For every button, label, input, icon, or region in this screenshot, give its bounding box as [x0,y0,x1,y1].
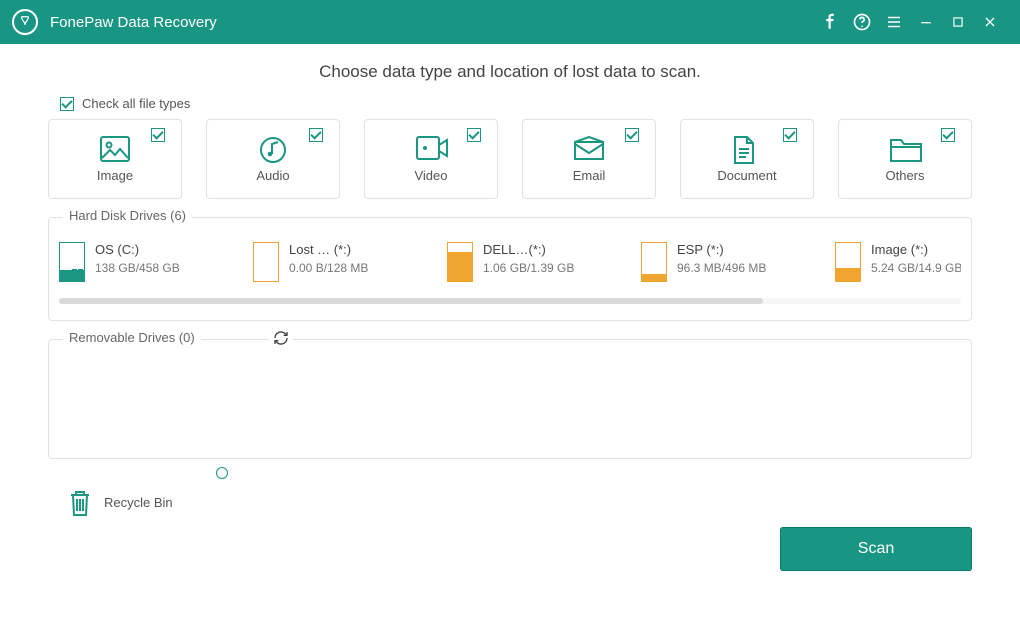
email-icon [574,136,604,162]
image-icon [100,136,130,162]
drive-1[interactable]: Lost … (*:) 0.00 B/128 MB [253,242,443,282]
filetype-image-label: Image [97,168,133,183]
trash-icon [66,487,94,517]
hdd-list: OS (C:) 138 GB/458 GB Lost … (*:) 0.00 B/12… [59,242,961,294]
audio-icon [258,136,288,162]
refresh-icon[interactable] [269,330,293,349]
filetype-email-label: Email [573,168,606,183]
filetype-others-checkbox[interactable] [941,128,955,142]
recycle-bin-label: Recycle Bin [104,495,173,510]
check-all-file-types[interactable]: Check all file types [60,96,972,111]
document-icon [732,136,762,162]
file-type-grid: Image Audio Video Email [48,119,972,199]
facebook-icon[interactable] [814,0,846,44]
app-title: FonePaw Data Recovery [50,14,217,31]
check-all-checkbox[interactable] [60,97,74,111]
menu-icon[interactable] [878,0,910,44]
drive-name: Image (*:) [871,242,961,257]
filetype-document-label: Document [717,168,776,183]
hdd-section-title: Hard Disk Drives (6) [63,208,192,223]
drive-usage-bar [641,242,667,282]
titlebar: FonePaw Data Recovery [0,0,1020,44]
removable-section-title: Removable Drives (0) [63,330,201,345]
video-icon [416,136,446,162]
hdd-scrollbar[interactable] [59,298,961,304]
recycle-bin-radio[interactable] [216,467,228,479]
folder-icon [890,136,920,162]
filetype-others[interactable]: Others [838,119,972,199]
drive-2[interactable]: DELL…(*:) 1.06 GB/1.39 GB [447,242,637,282]
app-logo-icon [12,9,38,35]
drive-name: ESP (*:) [677,242,766,257]
drive-size: 138 GB/458 GB [95,261,180,275]
filetype-image[interactable]: Image [48,119,182,199]
close-icon[interactable] [974,0,1006,44]
hard-disk-drives-section: Hard Disk Drives (6) OS (C:)138 GB/458 G… [48,217,972,321]
filetype-video-checkbox[interactable] [467,128,481,142]
help-icon[interactable] [846,0,878,44]
windows-icon [72,269,83,280]
filetype-email[interactable]: Email [522,119,656,199]
drive-0[interactable]: OS (C:) 138 GB/458 GB [59,242,249,282]
minimize-icon[interactable] [910,0,942,44]
drive-size: 5.24 GB/14.9 GB [871,261,961,275]
filetype-video[interactable]: Video [364,119,498,199]
filetype-image-checkbox[interactable] [151,128,165,142]
filetype-audio-label: Audio [256,168,289,183]
recycle-bin-option[interactable]: Recycle Bin [66,477,972,527]
drive-usage-bar [253,242,279,282]
drive-name: DELL…(*:) [483,242,574,257]
maximize-icon[interactable] [942,0,974,44]
filetype-audio[interactable]: Audio [206,119,340,199]
drive-size: 1.06 GB/1.39 GB [483,261,574,275]
drive-usage-bar [447,242,473,282]
scan-button[interactable]: Scan [780,527,972,571]
drive-4[interactable]: Image (*:) 5.24 GB/14.9 GB [835,242,961,282]
drive-name: Lost … (*:) [289,242,368,257]
instruction-text: Choose data type and location of lost da… [48,62,972,82]
page-body: Choose data type and location of lost da… [0,44,1020,581]
drive-size: 0.00 B/128 MB [289,261,368,275]
filetype-document[interactable]: Document [680,119,814,199]
removable-drives-section: Removable Drives (0) [48,339,972,459]
filetype-video-label: Video [414,168,447,183]
drive-name: OS (C:) [95,242,180,257]
filetype-email-checkbox[interactable] [625,128,639,142]
drive-size: 96.3 MB/496 MB [677,261,766,275]
drive-usage-bar [59,242,85,282]
check-all-label: Check all file types [82,96,190,111]
drive-usage-bar [835,242,861,282]
footer: Scan [48,527,972,571]
filetype-others-label: Others [885,168,924,183]
filetype-document-checkbox[interactable] [783,128,797,142]
drive-3[interactable]: ESP (*:) 96.3 MB/496 MB [641,242,831,282]
filetype-audio-checkbox[interactable] [309,128,323,142]
